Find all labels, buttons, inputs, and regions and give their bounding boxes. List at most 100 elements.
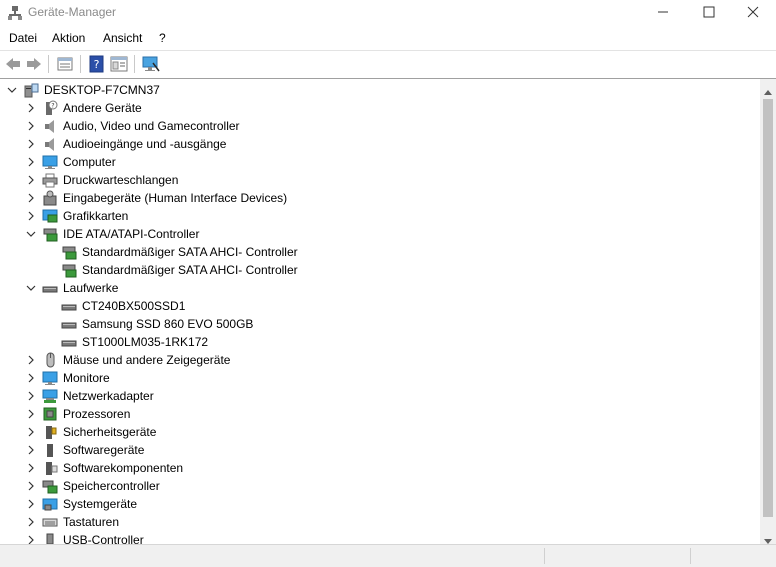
tree-node-sicherheitsgeraete[interactable]: Sicherheitsgeräte [0, 423, 760, 441]
menu-aktion[interactable]: Aktion [50, 31, 87, 45]
status-divider [544, 548, 545, 564]
keyboard-icon [42, 514, 58, 530]
tree-node-label: Prozessoren [63, 407, 131, 421]
tree-node-maeuse-und-andere-zeigegeraete[interactable]: Mäuse und andere Zeigegeräte [0, 351, 760, 369]
help-button[interactable]: ? [88, 55, 106, 73]
tree-node-label: Eingabegeräte (Human Interface Devices) [63, 191, 288, 205]
chevron-right-icon[interactable] [25, 444, 37, 456]
tree-node-softwarekomponenten[interactable]: Softwarekomponenten [0, 459, 760, 477]
speaker-icon [42, 136, 58, 152]
chevron-right-icon[interactable] [25, 156, 37, 168]
chevron-right-icon[interactable] [25, 138, 37, 150]
device-tree[interactable]: DESKTOP-F7CMN37? Andere Geräte Audio, Vide… [0, 78, 776, 545]
toolbar: ? [0, 50, 776, 78]
unknown-device-icon: ? [42, 100, 58, 116]
software-device-icon [42, 442, 58, 458]
tree-node-label: Druckwarteschlangen [63, 173, 179, 187]
tree-node-label: Audioeingänge und -ausgänge [63, 137, 227, 151]
window-title: Geräte-Manager [28, 5, 117, 19]
tree-node-st1000lm035-1rk172[interactable]: ST1000LM035-1RK172 [0, 333, 760, 351]
chevron-right-icon[interactable] [25, 408, 37, 420]
tree-node-ct240bx500ssd1[interactable]: CT240BX500SSD1 [0, 297, 760, 315]
tree-node-label: Mäuse und andere Zeigegeräte [63, 353, 231, 367]
maximize-button[interactable] [686, 0, 732, 26]
chevron-right-icon[interactable] [25, 462, 37, 474]
tree-node-label: Systemgeräte [63, 497, 138, 511]
tree-node-label: CT240BX500SSD1 [82, 299, 186, 313]
minimize-button[interactable] [640, 0, 686, 26]
tree-node-standardmaessiger-sata-ahci-controller[interactable]: Standardmäßiger SATA AHCI- Controller [0, 243, 760, 261]
chevron-right-icon[interactable] [25, 102, 37, 114]
tree-node-label: Samsung SSD 860 EVO 500GB [82, 317, 254, 331]
svg-text:?: ? [94, 58, 100, 71]
tree-node-eingabegeraete-human-interface-devices[interactable]: Eingabegeräte (Human Interface Devices) [0, 189, 760, 207]
tree-node-druckwarteschlangen[interactable]: Druckwarteschlangen [0, 171, 760, 189]
tree-node-tastaturen[interactable]: Tastaturen [0, 513, 760, 531]
tree-node-label: ST1000LM035-1RK172 [82, 335, 209, 349]
tree-node-netzwerkadapter[interactable]: Netzwerkadapter [0, 387, 760, 405]
chevron-right-icon[interactable] [25, 426, 37, 438]
menu-datei[interactable]: Datei [7, 31, 39, 45]
monitor-icon [42, 370, 58, 386]
chevron-down-icon[interactable] [25, 228, 37, 240]
tree-node-andere-geraete[interactable]: ? Andere Geräte [0, 99, 760, 117]
vertical-scrollbar[interactable] [760, 79, 776, 545]
close-button[interactable] [730, 0, 776, 26]
chevron-right-icon[interactable] [25, 390, 37, 402]
drive-icon [61, 298, 77, 314]
chevron-right-icon[interactable] [25, 210, 37, 222]
tree-node-label: DESKTOP-F7CMN37 [44, 83, 160, 97]
tree-node-usb-controller[interactable]: USB-Controller [0, 531, 760, 545]
tree-node-speichercontroller[interactable]: Speichercontroller [0, 477, 760, 495]
toolbar-separator [80, 55, 81, 73]
chevron-down-icon[interactable] [6, 84, 18, 96]
chevron-right-icon[interactable] [25, 480, 37, 492]
tree-node-label: Softwaregeräte [63, 443, 145, 457]
tree-node-samsung-ssd-860-evo-500gb[interactable]: Samsung SSD 860 EVO 500GB [0, 315, 760, 333]
back-button[interactable] [4, 55, 22, 73]
drive-icon [61, 334, 77, 350]
tree-node-label: Tastaturen [63, 515, 120, 529]
view-button[interactable] [110, 55, 128, 73]
chevron-right-icon[interactable] [25, 120, 37, 132]
processor-icon [42, 406, 58, 422]
tree-node-ide-ata-atapi-controller[interactable]: IDE ATA/ATAPI-Controller [0, 225, 760, 243]
chevron-right-icon[interactable] [25, 354, 37, 366]
forward-arrow-icon [27, 58, 41, 70]
title-bar: Geräte-Manager [0, 0, 776, 26]
chevron-right-icon[interactable] [25, 372, 37, 384]
chevron-right-icon[interactable] [25, 192, 37, 204]
tree-node-monitore[interactable]: Monitore [0, 369, 760, 387]
scrollbar-thumb[interactable] [763, 99, 773, 517]
mouse-icon [42, 352, 58, 368]
tree-node-prozessoren[interactable]: Prozessoren [0, 405, 760, 423]
drive-icon [42, 280, 58, 296]
menu-help[interactable]: ? [157, 31, 168, 45]
chevron-right-icon[interactable] [25, 516, 37, 528]
printer-icon [42, 172, 58, 188]
tree-node-label: Sicherheitsgeräte [63, 425, 157, 439]
chevron-right-icon[interactable] [25, 174, 37, 186]
tree-node-audioeingaenge-und-ausgaenge[interactable]: Audioeingänge und -ausgänge [0, 135, 760, 153]
tree-node-standardmaessiger-sata-ahci-controller[interactable]: Standardmäßiger SATA AHCI- Controller [0, 261, 760, 279]
tree-node-label: Andere Geräte [63, 101, 142, 115]
chevron-right-icon[interactable] [25, 498, 37, 510]
tree-node-softwaregeraete[interactable]: Softwaregeräte [0, 441, 760, 459]
tree-node-grafikkarten[interactable]: Grafikkarten [0, 207, 760, 225]
scroll-up-icon[interactable] [764, 84, 772, 98]
network-adapter-icon [42, 388, 58, 404]
status-bar [0, 544, 776, 567]
tree-node-computer[interactable]: Computer [0, 153, 760, 171]
tree-node-label: Audio, Video und Gamecontroller [63, 119, 240, 133]
tree-node-desktop-f7cmn37[interactable]: DESKTOP-F7CMN37 [0, 81, 760, 99]
monitor-icon [42, 154, 58, 170]
tree-node-laufwerke[interactable]: Laufwerke [0, 279, 760, 297]
tree-node-systemgeraete[interactable]: Systemgeräte [0, 495, 760, 513]
chevron-down-icon[interactable] [25, 282, 37, 294]
forward-button[interactable] [25, 55, 43, 73]
properties-icon [57, 57, 73, 71]
menu-ansicht[interactable]: Ansicht [101, 31, 144, 45]
properties-button[interactable] [56, 55, 74, 73]
tree-node-audio-video-und-gamecontroller[interactable]: Audio, Video und Gamecontroller [0, 117, 760, 135]
scan-hardware-button[interactable] [142, 55, 160, 73]
